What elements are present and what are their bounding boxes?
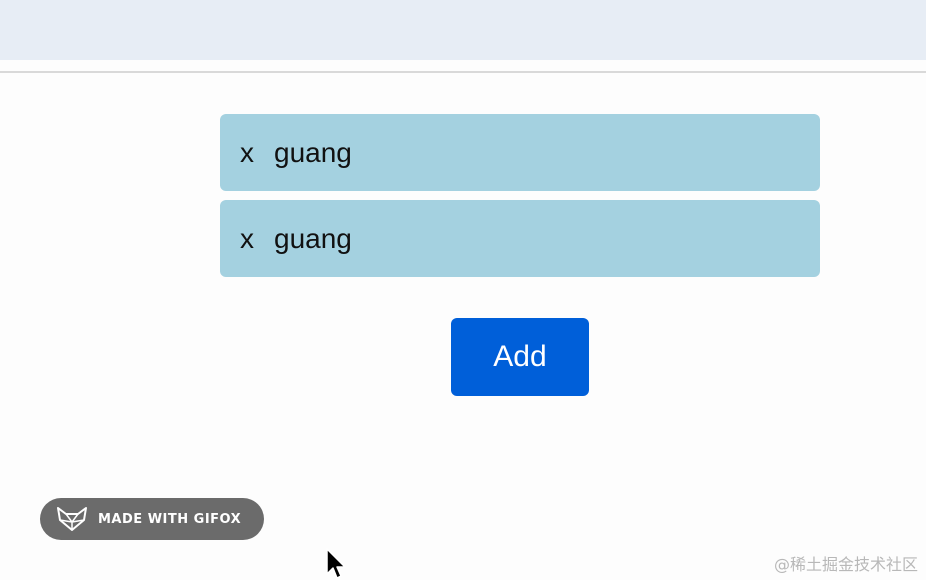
mouse-cursor-icon xyxy=(326,548,346,579)
add-button[interactable]: Add xyxy=(451,318,589,396)
item-list: x guang x guang xyxy=(220,114,820,286)
gifox-badge[interactable]: MADE WITH GIFOX xyxy=(40,498,264,540)
item-text: guang xyxy=(274,222,352,254)
remove-item-button[interactable]: x xyxy=(240,223,254,255)
remove-item-button[interactable]: x xyxy=(240,137,254,169)
fox-icon xyxy=(57,507,87,531)
list-item: x guang xyxy=(220,114,820,191)
badge-text: MADE WITH GIFOX xyxy=(98,511,242,527)
watermark: @稀土掘金技术社区 xyxy=(773,555,918,574)
item-text: guang xyxy=(274,136,352,168)
divider xyxy=(0,71,926,73)
top-bar xyxy=(0,0,926,60)
list-item: x guang xyxy=(220,200,820,277)
